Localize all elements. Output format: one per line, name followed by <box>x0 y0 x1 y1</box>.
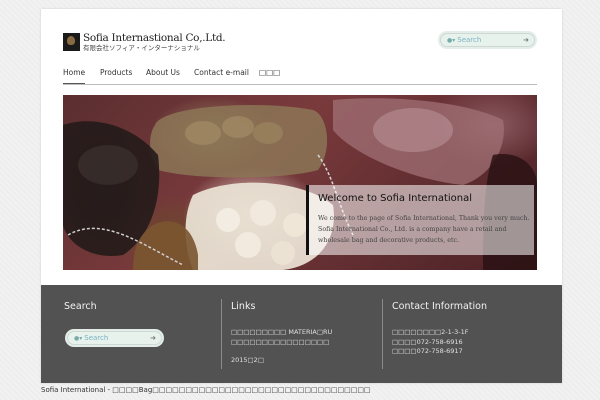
welcome-caption: Welcome to Sofia International We come t… <box>306 185 534 255</box>
main-nav: Home Products About Us Contact e-mail □□… <box>63 67 537 85</box>
site-tagline: Sofia International - □□□□Bag□□□□□□□□□□□… <box>41 386 371 394</box>
search-submit-icon[interactable]: ➜ <box>150 334 156 342</box>
footer-links-title: Links <box>231 301 256 312</box>
site-logo[interactable]: Sofia Internastional Co,.Ltd. 有限会社ソフィア・イ… <box>63 32 226 53</box>
welcome-title: Welcome to Sofia International <box>318 193 473 204</box>
logo-text: Sofia Internastional Co,.Ltd. 有限会社ソフィア・イ… <box>83 32 226 52</box>
contact-address: □□□□□□□□2-1-3-1F <box>392 328 469 336</box>
search-placeholder: Search <box>457 36 482 44</box>
logo-english: Sofia Internastional Co,.Ltd. <box>83 32 226 44</box>
footer-links-column: Links □□□□□□□□□ MATERIA□RU □□□□□□□□□□□□□… <box>231 285 381 383</box>
contact-phone: □□□□072-758-6916 <box>392 337 463 346</box>
nav-item-products[interactable]: Products <box>100 67 132 84</box>
nav-item-about-us[interactable]: About Us <box>146 67 180 84</box>
footer-contact-column: Contact Information □□□□□□□□2-1-3-1F □□□… <box>392 285 552 383</box>
search-icon: ●▾ <box>447 36 456 44</box>
logo-japanese: 有限会社ソフィア・インターナショナル <box>83 43 200 52</box>
footer-search-column: Search ●▾ Search ➜ <box>41 285 221 383</box>
footer-link[interactable]: □□□□□□□□□ MATERIA□RU <box>231 328 332 338</box>
search-submit-icon[interactable]: ➜ <box>523 36 529 44</box>
nav-item-home[interactable]: Home <box>63 67 86 84</box>
footer-search-title: Search <box>64 301 97 312</box>
footer-search-input[interactable]: ●▾ Search ➜ <box>67 331 162 345</box>
footer: Search ●▾ Search ➜ Links □□□□□□□□□ MATER… <box>41 285 562 383</box>
search-icon: ●▾ <box>74 334 83 342</box>
hero-slider[interactable]: Welcome to Sofia International We come t… <box>63 95 537 270</box>
search-placeholder: Search <box>84 334 109 342</box>
welcome-text: We come to the page of Sofia Internation… <box>318 215 530 244</box>
contact-fax: □□□□072-758-6917 <box>392 347 463 355</box>
footer-contact-title: Contact Information <box>392 301 487 312</box>
nav-item-contact-email[interactable]: Contact e-mail <box>194 67 249 84</box>
footer-divider <box>382 299 383 369</box>
footer-link[interactable]: □□□□□□□□□□□□□□□□ <box>231 338 332 348</box>
footer-divider <box>221 299 222 369</box>
header-search-input[interactable]: ●▾ Search ➜ <box>440 33 535 47</box>
nav-item-japanese[interactable]: □□□ <box>259 67 280 84</box>
logo-emblem-icon <box>63 33 80 51</box>
footer-date[interactable]: 2015□2□ <box>231 356 332 366</box>
page-container: Sofia Internastional Co,.Ltd. 有限会社ソフィア・イ… <box>41 9 562 383</box>
